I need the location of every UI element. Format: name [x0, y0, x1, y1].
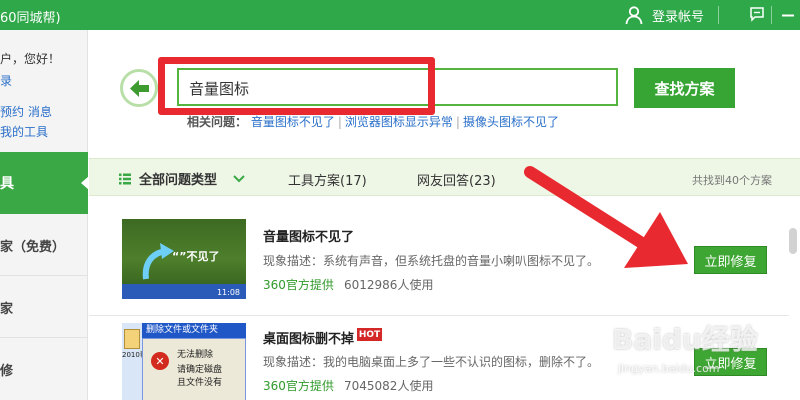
result-description: 现象描述：我的电脑桌面上多了一些不认识的图标，删除不了。 [263, 355, 600, 369]
file-icon [124, 329, 140, 349]
active-indicator [81, 176, 89, 190]
sidebar-item-label: 具 [0, 176, 14, 192]
divider [771, 6, 772, 24]
sidebar: 户，您好！ 录 预约 消息 我的工具 具 家（免费） 家 修 [0, 30, 89, 400]
sidebar-item-free-expert[interactable]: 家（免费） [0, 214, 88, 276]
curved-arrow-icon [142, 243, 174, 280]
thumbnail-text: 且文件没有 [177, 378, 223, 388]
find-solution-button[interactable]: 查找方案 [634, 68, 735, 108]
result-usage-count: 6012986人使用 [344, 278, 434, 292]
thumbnail-caption: “”不见了 [172, 250, 220, 263]
result-source: 360官方提供 [263, 379, 334, 393]
result-thumbnail[interactable]: “”不见了 11:08 [122, 219, 246, 299]
repair-now-button[interactable]: 立即修复 [694, 246, 767, 274]
thumbnail-taskbar: 11:08 [122, 284, 246, 299]
title-bar: 60同城帮) 登录帐号 [0, 0, 800, 30]
thumbnail-text: 请确定磁盘 [177, 365, 223, 375]
repair-now-button[interactable]: 立即修复 [694, 348, 767, 376]
question-type-label: 全部问题类型 [139, 173, 218, 188]
scrollbar-thumb[interactable] [789, 228, 797, 254]
result-item: 2010帮助 删除文件或文件夹 ✕ 无法删除 请确定磁盘 且文件没有 桌面图标删… [89, 315, 789, 400]
related-link[interactable]: 音量图标不见了 [251, 115, 335, 129]
back-button[interactable] [120, 69, 158, 107]
search-input[interactable] [189, 78, 609, 98]
login-button[interactable]: 登录帐号 [624, 3, 704, 27]
messages-link[interactable]: 消息 [28, 103, 52, 120]
result-thumbnail[interactable]: 2010帮助 删除文件或文件夹 ✕ 无法删除 请确定磁盘 且文件没有 [122, 323, 246, 400]
divider: | [337, 115, 342, 129]
user-icon [625, 6, 643, 25]
result-title[interactable]: 桌面图标删不掉 [263, 328, 354, 347]
app-title: 60同城帮) [0, 11, 61, 26]
back-arrow-icon [130, 80, 149, 97]
sidebar-item-repair[interactable]: 修 [0, 338, 88, 400]
search-box [177, 68, 618, 106]
minimize-icon[interactable] [779, 6, 797, 24]
related-label: 相关问题： [187, 115, 248, 129]
thumbnail-dialog: ✕ 无法删除 请确定磁盘 且文件没有 [142, 338, 246, 400]
divider: | [455, 115, 460, 129]
divider [718, 6, 719, 24]
filter-bar: 全部问题类型 工具方案(17) 网友回答(23) 共找到40个方案 [89, 158, 800, 196]
result-description: 现象描述：系统有声音，但系统托盘的音量小喇叭图标不见了。 [263, 254, 600, 268]
thumbnail-text: 无法删除 [177, 350, 214, 360]
greeting-text: 户，您好！ [0, 52, 61, 66]
sidebar-item-tools-active[interactable]: 具 [0, 152, 89, 214]
related-questions: 相关问题： 音量图标不见了 | 浏览器图标显示异常 | 摄像头图标不见了 [187, 113, 559, 130]
question-type-dropdown[interactable]: 全部问题类型 [119, 169, 245, 188]
sidebar-item-expert[interactable]: 家 [0, 276, 88, 338]
related-link[interactable]: 摄像头图标不见了 [463, 115, 559, 129]
login-label: 登录帐号 [652, 9, 705, 25]
result-usage-count: 7045082人使用 [344, 379, 434, 393]
sidebar-item-label: 家（免费） [0, 240, 66, 255]
thumbnail-clock: 11:08 [216, 288, 240, 297]
result-title[interactable]: 音量图标不见了 [263, 226, 354, 245]
result-item: “”不见了 11:08 音量图标不见了 现象描述：系统有声音，但系统托盘的音量小… [89, 212, 789, 314]
bookings-link[interactable]: 预约 [0, 103, 24, 120]
error-icon: ✕ [151, 352, 169, 370]
result-source: 360官方提供 [263, 278, 334, 292]
tab-tool-solutions[interactable]: 工具方案(17) [288, 170, 367, 189]
sidebar-item-label: 家 [0, 302, 14, 317]
result-count: 共找到40个方案 [692, 174, 772, 187]
message-icon[interactable] [749, 6, 765, 22]
hot-badge: HOT [357, 328, 382, 341]
login-link[interactable]: 录 [0, 72, 12, 89]
my-tools-link[interactable]: 我的工具 [0, 123, 48, 140]
related-link[interactable]: 浏览器图标显示异常 [345, 115, 453, 129]
tab-user-answers[interactable]: 网友回答(23) [417, 170, 496, 189]
list-icon [119, 173, 131, 184]
chevron-down-icon [233, 174, 245, 182]
thumbnail-dialog-title: 删除文件或文件夹 [142, 323, 246, 338]
sidebar-item-label: 修 [0, 364, 14, 379]
